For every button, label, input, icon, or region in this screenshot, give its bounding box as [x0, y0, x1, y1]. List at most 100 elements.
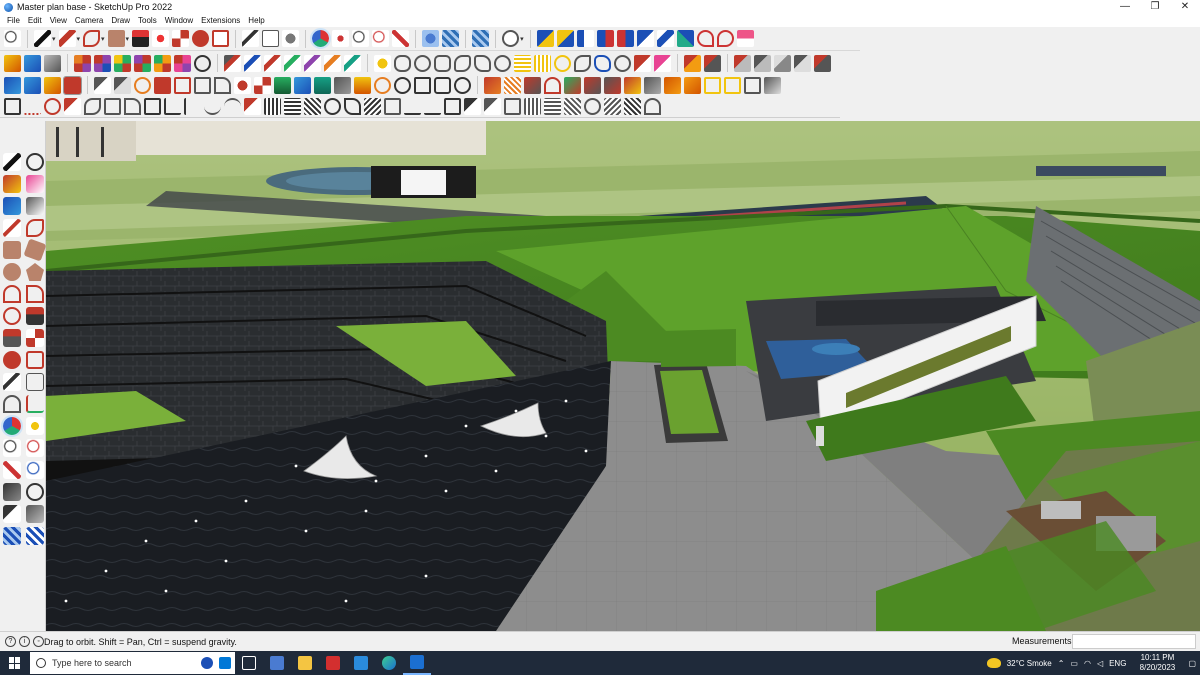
- flip-icon[interactable]: [24, 76, 41, 94]
- light-icon[interactable]: [754, 54, 771, 72]
- frame-buffer-icon[interactable]: [794, 54, 811, 72]
- cut-icon[interactable]: [584, 76, 601, 94]
- scale-icon[interactable]: [212, 30, 230, 47]
- skin-icon[interactable]: [244, 54, 261, 72]
- tape-measure-icon[interactable]: [242, 30, 260, 47]
- loft-icon[interactable]: [264, 54, 281, 72]
- chevron-down-icon[interactable]: ▾: [520, 35, 524, 43]
- wifi-icon[interactable]: ◠: [1084, 659, 1091, 668]
- curve-icon[interactable]: [124, 98, 141, 115]
- swirl-tool-icon[interactable]: [584, 98, 601, 115]
- chamfer-icon[interactable]: [64, 98, 81, 115]
- circle-icon[interactable]: [414, 54, 431, 72]
- lattice-icon[interactable]: [304, 98, 321, 115]
- taskbar-app-sketchup[interactable]: [403, 651, 431, 675]
- rows-icon[interactable]: [284, 98, 301, 115]
- footprint-icon[interactable]: [3, 505, 21, 523]
- move-icon[interactable]: [26, 329, 44, 347]
- volume-icon[interactable]: ◁: [1097, 659, 1103, 668]
- chevron-up-icon[interactable]: ⌃: [1058, 659, 1065, 668]
- plus-icon[interactable]: [274, 76, 291, 94]
- menu-extensions[interactable]: Extensions: [197, 16, 244, 25]
- language-indicator[interactable]: ENG: [1109, 659, 1126, 668]
- grid-frame-icon[interactable]: [104, 98, 121, 115]
- frame-tool-icon[interactable]: [444, 98, 461, 115]
- redo-icon[interactable]: [716, 30, 734, 47]
- explode-icon[interactable]: [524, 76, 541, 94]
- arc-3pt-icon[interactable]: [3, 307, 21, 325]
- round-corner-icon[interactable]: [194, 54, 211, 72]
- menu-help[interactable]: Help: [244, 16, 268, 25]
- chevron-down-icon[interactable]: ▾: [77, 35, 81, 43]
- weather-text[interactable]: 32°C Smoke: [1007, 659, 1052, 668]
- tape-measure-icon[interactable]: [3, 373, 21, 391]
- zoom-window-icon[interactable]: [372, 30, 390, 47]
- look-around-icon[interactable]: [26, 483, 44, 501]
- roof-icon[interactable]: [484, 98, 501, 115]
- follow-me-icon[interactable]: [152, 30, 170, 47]
- corner-frame-icon[interactable]: [144, 98, 161, 115]
- push-pull-icon[interactable]: [132, 30, 150, 47]
- pencil-icon[interactable]: [26, 197, 44, 215]
- clean-up-icon[interactable]: [634, 54, 651, 72]
- window-icon[interactable]: [504, 98, 521, 115]
- solid-tools-icon[interactable]: [4, 54, 21, 72]
- info-icon[interactable]: i: [19, 636, 30, 647]
- geometry-icon[interactable]: [774, 54, 791, 72]
- taskbar-app-store[interactable]: [347, 651, 375, 675]
- floor-icon[interactable]: [544, 98, 561, 115]
- eraser-icon[interactable]: [654, 54, 671, 72]
- pyramid-icon[interactable]: [314, 76, 331, 94]
- axes-icon[interactable]: [26, 395, 44, 413]
- zoom-window-icon[interactable]: [26, 439, 44, 457]
- weld-icon[interactable]: [374, 76, 391, 94]
- taskbar-app-acrobat[interactable]: [319, 651, 347, 675]
- undo-icon[interactable]: [696, 30, 714, 47]
- start-button[interactable]: [0, 651, 30, 675]
- menu-window[interactable]: Window: [161, 16, 197, 25]
- line-icon[interactable]: [3, 219, 21, 237]
- leaf-icon[interactable]: [474, 54, 491, 72]
- material-editor-icon[interactable]: [734, 54, 751, 72]
- dot-icon[interactable]: [234, 76, 251, 94]
- extrude-edges-icon[interactable]: [94, 76, 111, 94]
- zoom-extents-icon[interactable]: [3, 461, 21, 479]
- panel-icon[interactable]: [744, 76, 761, 94]
- bezier-icon[interactable]: [284, 54, 301, 72]
- chevron-down-icon[interactable]: ▾: [126, 35, 130, 43]
- ellipse-icon[interactable]: [394, 54, 411, 72]
- select-icon[interactable]: [34, 30, 51, 47]
- clip-icon[interactable]: [644, 76, 661, 94]
- clock[interactable]: 10:11 PM 8/20/2023: [1132, 653, 1182, 673]
- taskbar-app-explorer[interactable]: [291, 651, 319, 675]
- sun-icon[interactable]: [374, 54, 391, 72]
- rounded-rect-icon[interactable]: [434, 54, 451, 72]
- arch-icon[interactable]: [644, 98, 661, 115]
- normal-push-icon[interactable]: [134, 54, 151, 72]
- materials-icon[interactable]: [442, 30, 460, 47]
- taskbar-app-calculator[interactable]: [263, 651, 291, 675]
- minimize-button[interactable]: —: [1110, 0, 1140, 14]
- notifications-icon[interactable]: ▢: [1188, 659, 1196, 668]
- section-fill-icon[interactable]: [26, 527, 44, 545]
- polyline-icon[interactable]: [324, 54, 341, 72]
- gear-icon[interactable]: [394, 76, 411, 94]
- box-icon[interactable]: [44, 54, 61, 72]
- array-icon[interactable]: [534, 54, 551, 72]
- fog-icon[interactable]: [736, 30, 754, 47]
- orbit-active-icon[interactable]: [1, 415, 23, 437]
- chevron-down-icon[interactable]: ▾: [101, 35, 105, 43]
- maximize-button[interactable]: ❐: [1140, 0, 1170, 14]
- tile-icon[interactable]: [564, 98, 581, 115]
- freehand-icon[interactable]: [26, 219, 44, 237]
- orbit-icon[interactable]: [310, 28, 332, 49]
- position-camera-icon[interactable]: [26, 505, 44, 523]
- menu-file[interactable]: File: [3, 16, 24, 25]
- pan-icon[interactable]: [26, 417, 44, 435]
- circle-icon[interactable]: [3, 263, 21, 281]
- follow-me-icon[interactable]: [3, 329, 21, 347]
- shape-bender-icon[interactable]: [114, 76, 131, 94]
- rotated-rectangle-icon[interactable]: [23, 238, 47, 262]
- fill-icon[interactable]: [684, 76, 701, 94]
- rotate-icon[interactable]: [192, 30, 210, 47]
